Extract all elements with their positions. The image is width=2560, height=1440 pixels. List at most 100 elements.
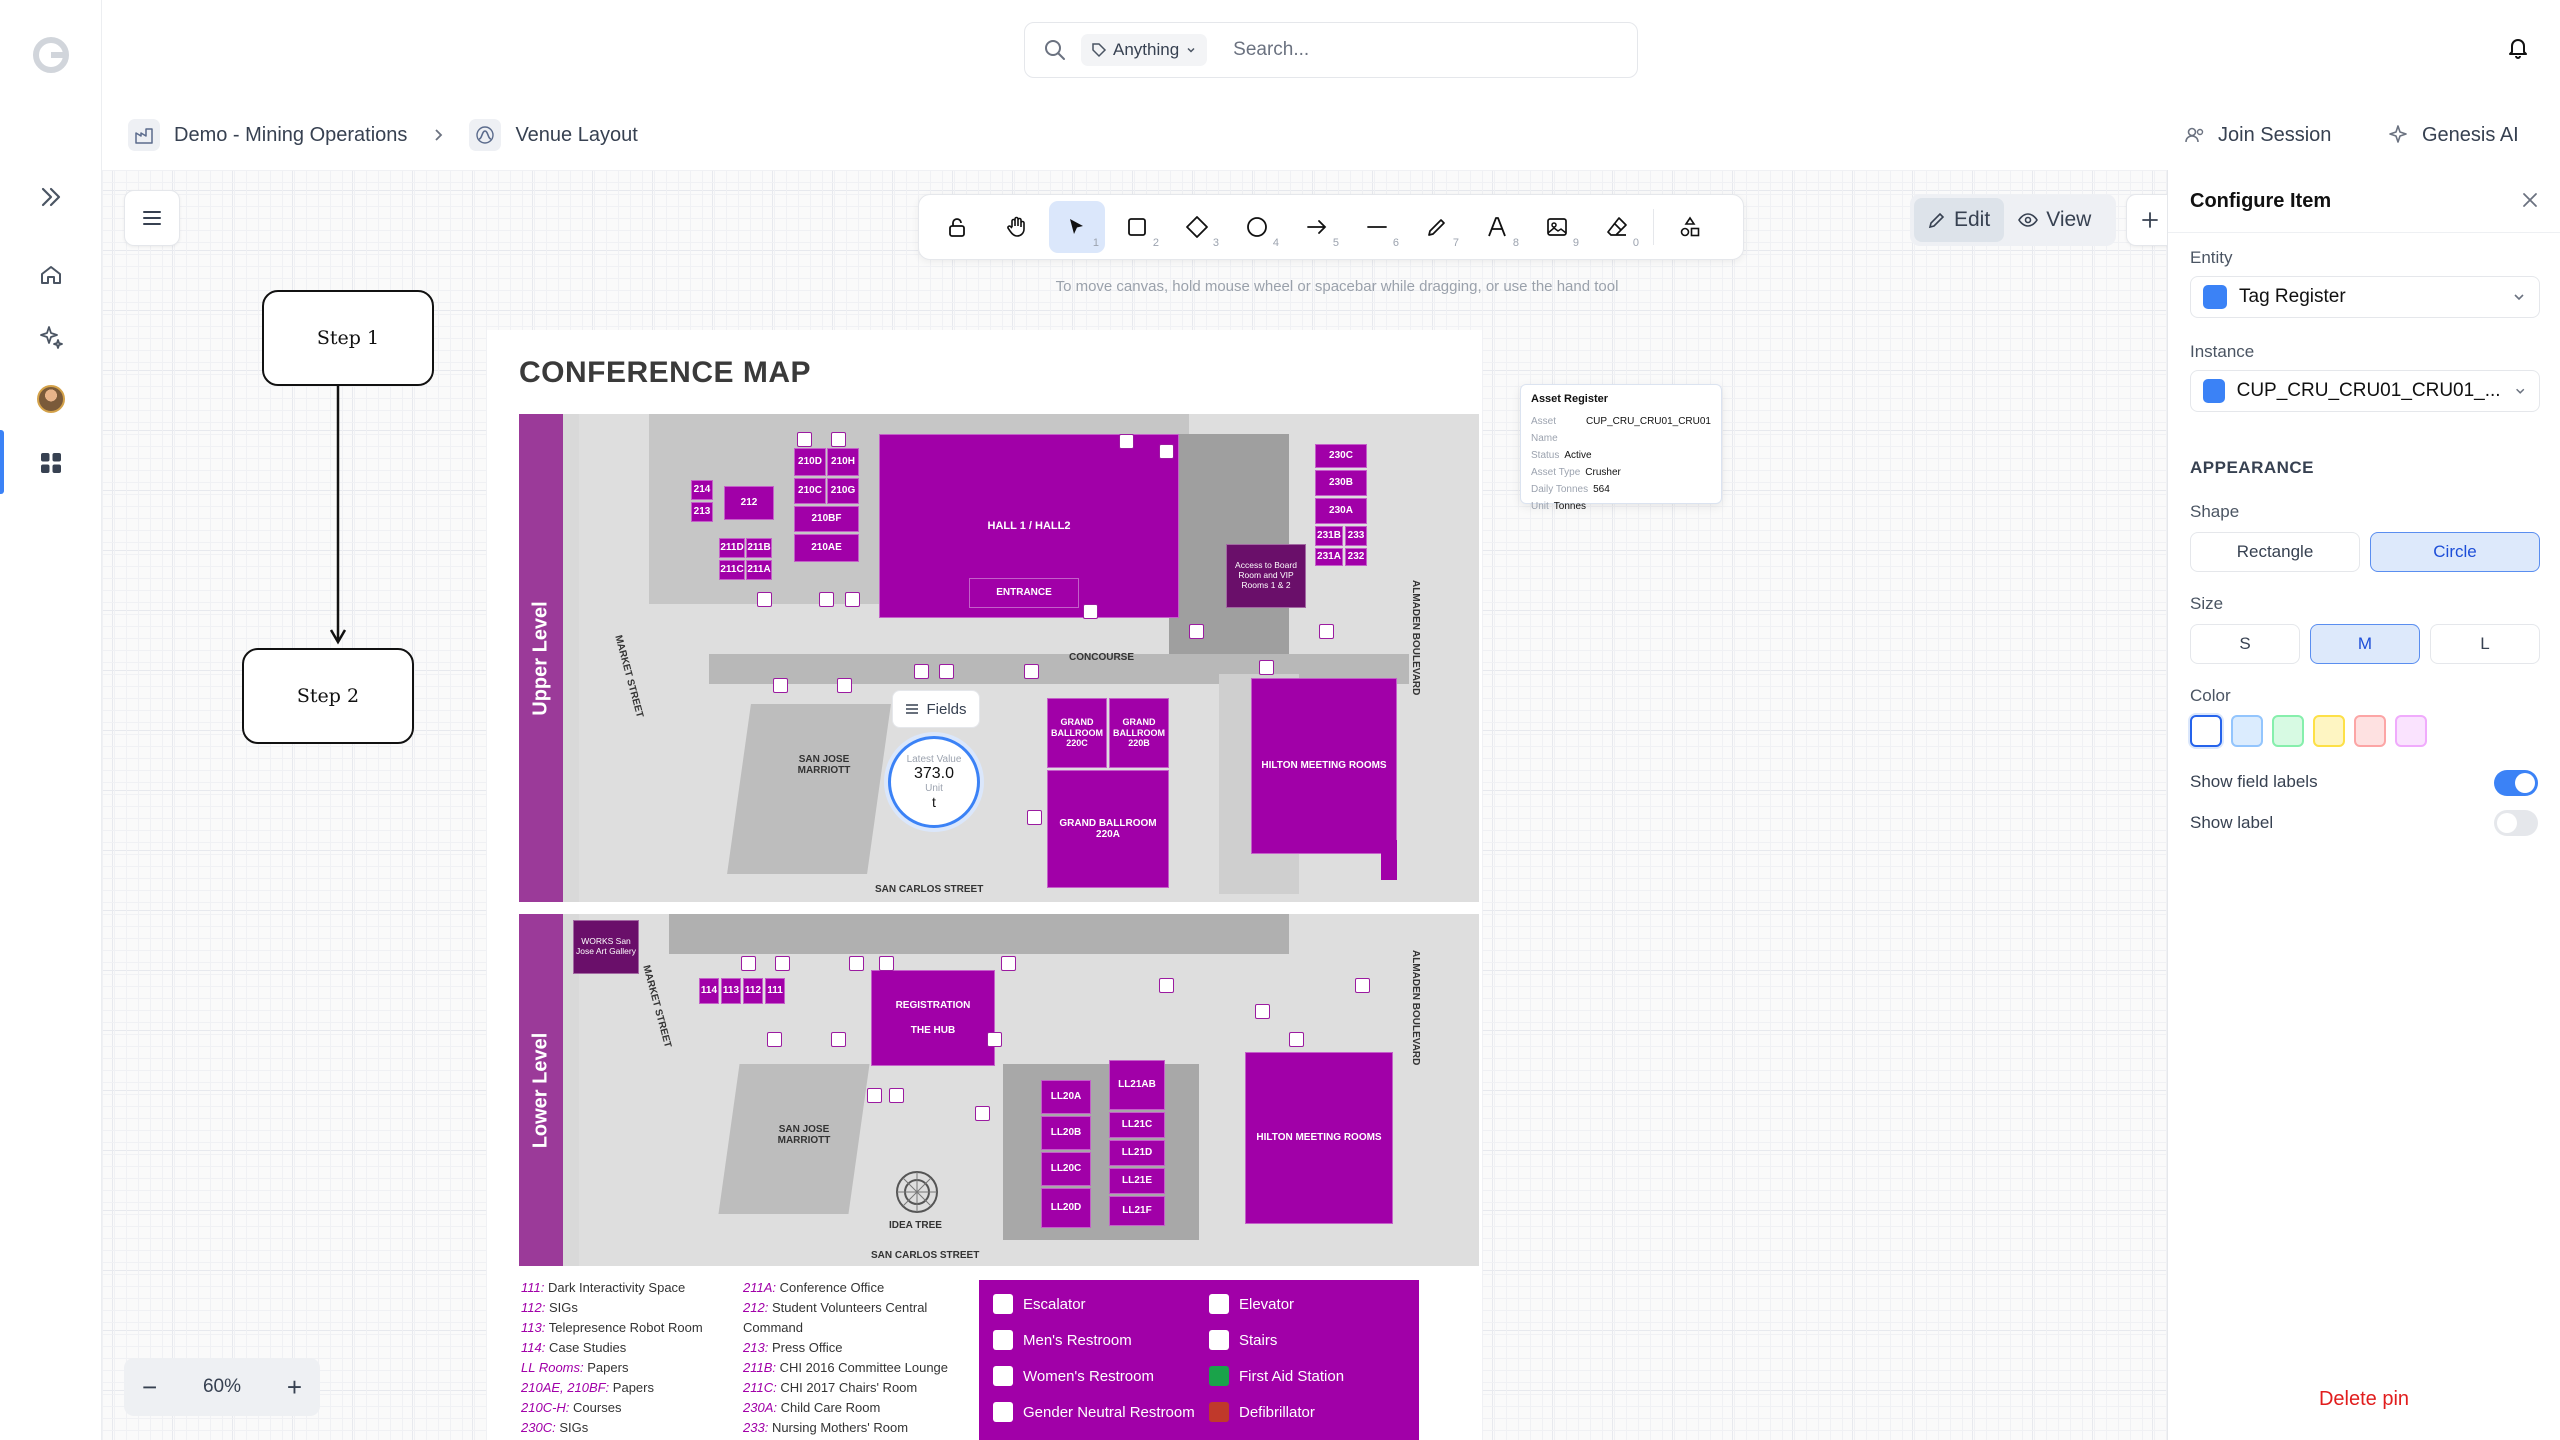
toggle-knob [2515,773,2535,793]
tag-icon [2203,379,2225,403]
zoom-out-button[interactable]: − [142,1374,157,1400]
arrow-tool[interactable]: 5 [1289,201,1345,253]
legend-value: Courses [573,1400,622,1415]
view-mode-button[interactable]: View [2004,198,2105,242]
users-icon [2185,127,2204,143]
edit-mode-button[interactable]: Edit [1914,198,2005,242]
genesis-ai-button[interactable]: Genesis AI [2388,100,2519,170]
entity-select[interactable]: Tag Register [2190,276,2540,318]
search-input[interactable] [1233,39,1564,61]
color-swatch[interactable] [2395,715,2427,747]
layout-icon [469,119,502,151]
room: 230B [1315,470,1367,496]
size-l-button[interactable]: L [2430,624,2540,664]
search-scope-dropdown[interactable]: Anything [1081,34,1208,66]
nav-home[interactable] [28,252,74,298]
color-swatch[interactable] [2231,715,2263,747]
nav-ai[interactable] [28,314,74,360]
map-symbol [914,664,929,679]
draw-tool[interactable]: 7 [1409,201,1465,253]
lock-tool[interactable] [929,201,985,253]
panel-divider [2168,232,2560,233]
hand-icon [1007,216,1025,237]
global-search[interactable]: Anything [1024,22,1638,78]
legend-entry: 113: Telepresence Robot Room [521,1318,741,1338]
breadcrumb-page[interactable]: Venue Layout [515,124,637,147]
show-label-toggle[interactable] [2494,810,2538,836]
legend-value: Papers [612,1380,654,1395]
nav-dashboards[interactable] [28,440,74,486]
map-symbol [819,592,834,607]
legend-item: Women's Restroom [993,1366,1154,1386]
legend-key: 230C: [521,1420,556,1435]
legend-value: Case Studies [548,1340,627,1355]
line-tool[interactable]: 6 [1349,201,1405,253]
color-swatch[interactable] [2190,715,2222,747]
flow-connector-arrow[interactable] [328,384,358,654]
delete-pin-button[interactable]: Delete pin [2168,1388,2560,1411]
ellipse-tool[interactable]: 4 [1229,201,1285,253]
color-swatch[interactable] [2313,715,2345,747]
asset-pin[interactable]: Latest Value 373.0 Unit t [888,736,980,828]
home-icon [41,266,61,284]
pin-fields-button[interactable]: Fields [892,690,980,728]
room: 211D [719,538,745,558]
chevron-right-icon [435,129,443,141]
canvas-menu-button[interactable] [124,190,180,246]
image-tool[interactable]: 9 [1529,201,1585,253]
idea-tree-logo [896,1171,938,1213]
room-ballroom: GRAND BALLROOM 220A [1047,770,1169,888]
breadcrumb: Demo - Mining Operations Venue Layout [128,119,638,151]
breadcrumb-project[interactable]: Demo - Mining Operations [174,124,407,147]
flow-step-2[interactable]: Step 2 [242,648,414,744]
configure-item-panel: Configure Item Entity Tag Register Insta… [2167,170,2560,1440]
hand-tool[interactable] [989,201,1045,253]
asset-register-popover[interactable]: Asset Register Asset Name CUP_CRU_CRU01_C… [1520,384,1722,512]
avatar [37,385,65,413]
legend-key: LL Rooms: [521,1360,584,1375]
rectangle-tool[interactable]: 2 [1109,201,1165,253]
zoom-in-button[interactable]: + [287,1374,302,1400]
instance-select[interactable]: CUP_CRU_CRU01_CRU01_... [2190,370,2540,412]
tool-shortcut: 3 [1212,237,1219,249]
join-session-button[interactable]: Join Session [2184,100,2331,170]
shape-rectangle-button[interactable]: Rectangle [2190,532,2360,572]
legend-key: 113: [521,1320,546,1335]
legend-key: 211C: [743,1380,777,1395]
map-symbol [757,592,772,607]
top-bar: Anything [102,0,2560,100]
popover-value: Active [1564,450,1592,461]
chevron-down-icon [1187,47,1195,53]
grid-icon [41,453,61,473]
size-s-button[interactable]: S [2190,624,2300,664]
app-logo[interactable] [28,32,74,78]
legend-item-label: Gender Neutral Restroom [1023,1403,1195,1421]
select-tool[interactable]: 1 [1049,201,1105,253]
gender-neutral-restroom-icon [993,1402,1013,1422]
legend-key: 112: [521,1300,546,1315]
shape-label: Shape [2190,502,2240,521]
show-field-labels-toggle[interactable] [2494,770,2538,796]
conference-map-image[interactable]: CONFERENCE MAP Upper Level 214 213 212 2… [487,330,1482,1440]
color-swatch[interactable] [2272,715,2304,747]
diamond-tool[interactable]: 3 [1169,201,1225,253]
text-tool[interactable]: 8 [1469,201,1525,253]
show-label-label: Show label [2190,813,2274,832]
legend-entry: 230C: SIGs [521,1418,741,1438]
flow-step-1[interactable]: Step 1 [262,290,434,386]
map-legend-left: 111: Dark Interactivity Space 112: SIGs 11… [521,1278,741,1438]
legend-item-label: Women's Restroom [1023,1367,1154,1385]
shape-circle-button[interactable]: Circle [2370,532,2540,572]
search-icon [1045,40,1065,60]
color-label: Color [2190,686,2231,705]
whiteboard-canvas[interactable]: 1 2 3 4 5 6 7 8 9 0 To move canvas, hold… [102,170,2172,1440]
color-swatch[interactable] [2354,715,2386,747]
shapes-library-tool[interactable] [1662,201,1718,253]
expand-sidebar-button[interactable] [28,174,74,220]
nav-profile[interactable] [28,376,74,422]
size-m-button[interactable]: M [2310,624,2420,664]
add-button[interactable] [2126,194,2172,246]
notifications-button[interactable] [2506,36,2530,65]
close-panel-button[interactable] [2520,190,2540,215]
eraser-tool[interactable]: 0 [1589,201,1645,253]
